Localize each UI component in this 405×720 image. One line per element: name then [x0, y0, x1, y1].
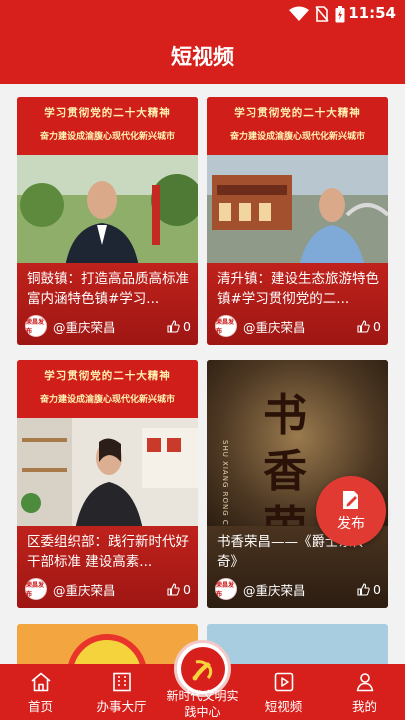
building-icon — [112, 672, 131, 692]
card-caption: 区委组织部：践行新时代好干部标准 建设高素... 荣昌发布 @重庆荣昌 0 — [17, 526, 198, 608]
banner-line1: 学习贯彻党的二十大精神 — [234, 107, 361, 119]
banner-line2: 奋力建设成渝腹心现代化新兴城市 — [39, 132, 175, 142]
avatar[interactable]: 荣昌发布 — [25, 578, 47, 600]
like-count: 0 — [373, 318, 381, 334]
tab-service-hall[interactable]: 办事大厅 — [81, 664, 162, 720]
civilization-center-label: 新时代文明实践中心 — [166, 689, 239, 719]
card-banner: 学习贯彻党的二十大精神 奋力建设成渝腹心现代化新兴城市 — [17, 97, 198, 155]
like-count: 0 — [183, 581, 191, 597]
card-banner: 学习贯彻党的二十大精神 奋力建设成渝腹心现代化新兴城市 — [207, 97, 388, 155]
page-title: 短视频 — [171, 45, 234, 69]
video-feed[interactable]: 学习贯彻党的二十大精神 奋力建设成渝腹心现代化新兴城市 铜鼓镇：打造高品质高标准… — [0, 84, 405, 664]
video-card[interactable]: 学习贯彻党的二十大精神 奋力建设成渝腹心现代化新兴城市 区委组织部：践行新时代好… — [17, 360, 198, 608]
tab-label: 我的 — [351, 699, 377, 714]
video-thumbnail — [207, 155, 388, 267]
edit-document-icon — [343, 491, 358, 509]
author-name[interactable]: @重庆荣昌 — [243, 580, 306, 599]
like-count: 0 — [183, 318, 191, 334]
video-thumbnail — [17, 418, 198, 530]
play-video-icon — [274, 672, 293, 692]
thumbnail-emblem — [67, 634, 147, 664]
video-card-partial[interactable] — [207, 624, 388, 664]
video-thumbnail — [17, 155, 198, 267]
like-button[interactable]: 0 — [357, 582, 381, 597]
card-caption: 铜鼓镇：打造高品质高标准富内涵特色镇#学习... 荣昌发布 @重庆荣昌 0 — [17, 263, 198, 345]
wifi-icon — [289, 6, 309, 21]
tab-home[interactable]: 首页 — [0, 664, 81, 720]
thumbs-up-icon — [167, 582, 180, 596]
card-meta: 荣昌发布 @重庆荣昌 0 — [25, 315, 191, 337]
card-caption: 清升镇：建设生态旅游特色镇#学习贯彻党的二... 荣昌发布 @重庆荣昌 0 — [207, 263, 388, 345]
tab-label: 办事大厅 — [96, 699, 147, 714]
no-sim-icon — [315, 6, 329, 22]
party-emblem-icon — [180, 646, 225, 691]
card-banner: 学习贯彻党的二十大精神 奋力建设成渝腹心现代化新兴城市 — [17, 360, 198, 418]
battery-charging-icon — [335, 5, 345, 22]
status-time: 11:54 — [348, 4, 396, 22]
like-button[interactable]: 0 — [167, 319, 191, 334]
banner-line1: 学习贯彻党的二十大精神 — [44, 370, 171, 382]
page-header: 短视频 — [0, 28, 405, 84]
video-card[interactable]: 学习贯彻党的二十大精神 奋力建设成渝腹心现代化新兴城市 清升镇：建设生态旅游特色… — [207, 97, 388, 345]
card-meta: 荣昌发布 @重庆荣昌 0 — [215, 578, 381, 600]
tab-label: 首页 — [27, 699, 53, 714]
like-count: 0 — [373, 581, 381, 597]
home-icon — [30, 672, 51, 692]
avatar[interactable]: 荣昌发布 — [25, 315, 47, 337]
avatar[interactable]: 荣昌发布 — [215, 578, 237, 600]
like-button[interactable]: 0 — [357, 319, 381, 334]
video-title[interactable]: 铜鼓镇：打造高品质高标准富内涵特色镇#学习... — [27, 269, 191, 309]
tab-profile[interactable]: 我的 — [324, 664, 405, 720]
author-name[interactable]: @重庆荣昌 — [243, 317, 306, 336]
thumbs-up-icon — [357, 319, 370, 333]
tab-label: 短视频 — [264, 699, 303, 714]
video-title[interactable]: 区委组织部：践行新时代好干部标准 建设高素... — [27, 532, 191, 572]
banner-line2: 奋力建设成渝腹心现代化新兴城市 — [229, 132, 365, 142]
tab-short-video[interactable]: 短视频 — [243, 664, 324, 720]
author-name[interactable]: @重庆荣昌 — [53, 580, 116, 599]
banner-line2: 奋力建设成渝腹心现代化新兴城市 — [39, 395, 175, 405]
thumbs-up-icon — [167, 319, 180, 333]
like-button[interactable]: 0 — [167, 582, 191, 597]
publish-label: 发布 — [337, 516, 365, 532]
banner-line1: 学习贯彻党的二十大精神 — [44, 107, 171, 119]
thumbs-up-icon — [357, 582, 370, 596]
publish-button[interactable]: 发布 — [316, 476, 386, 546]
card-meta: 荣昌发布 @重庆荣昌 0 — [215, 315, 381, 337]
video-title[interactable]: 清升镇：建设生态旅游特色镇#学习贯彻党的二... — [217, 269, 381, 309]
status-icons — [289, 5, 345, 23]
user-icon — [356, 673, 373, 692]
author-name[interactable]: @重庆荣昌 — [53, 317, 116, 336]
video-card[interactable]: 学习贯彻党的二十大精神 奋力建设成渝腹心现代化新兴城市 铜鼓镇：打造高品质高标准… — [17, 97, 198, 345]
video-card-partial[interactable] — [17, 624, 198, 664]
card-meta: 荣昌发布 @重庆荣昌 0 — [25, 578, 191, 600]
avatar[interactable]: 荣昌发布 — [215, 315, 237, 337]
status-bar: 11:54 — [0, 0, 405, 28]
